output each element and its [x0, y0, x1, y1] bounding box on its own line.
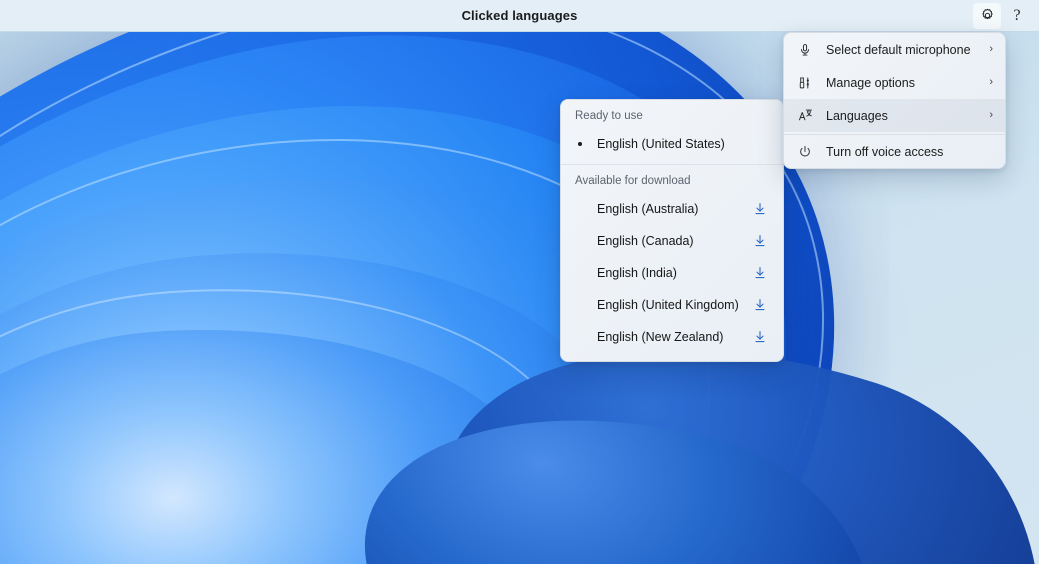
power-icon — [794, 145, 816, 159]
wallpaper-swoosh-2 — [327, 362, 913, 564]
language-icon — [794, 108, 816, 123]
menu-item-label: Select default microphone — [826, 42, 971, 57]
download-icon[interactable] — [751, 296, 769, 314]
languages-panel: Ready to use English (United States) Ava… — [560, 99, 784, 362]
language-row-australia[interactable]: English (Australia) — [561, 193, 783, 225]
language-name: English (India) — [597, 266, 677, 280]
chevron-right-icon: › — [989, 43, 993, 55]
menu-item-label: Languages — [826, 108, 888, 123]
panel-bottom-spacer — [561, 353, 783, 361]
menu-item-languages[interactable]: Languages › — [784, 99, 1005, 132]
language-name: English (Canada) — [597, 234, 694, 248]
language-name: English (Australia) — [597, 202, 699, 216]
language-row-installed[interactable]: English (United States) — [561, 128, 783, 160]
help-question-icon: ? — [1013, 6, 1021, 24]
chevron-right-icon: › — [989, 76, 993, 88]
language-name: English (New Zealand) — [597, 330, 724, 344]
help-button[interactable]: ? — [1003, 3, 1031, 29]
language-row-new-zealand[interactable]: English (New Zealand) — [561, 321, 783, 353]
download-icon[interactable] — [751, 328, 769, 346]
menu-item-select-default-microphone[interactable]: Select default microphone › — [784, 33, 1005, 66]
microphone-icon — [794, 43, 816, 57]
titlebar-actions: ? — [973, 0, 1039, 32]
settings-button[interactable] — [973, 2, 1001, 29]
language-row-united-kingdom[interactable]: English (United Kingdom) — [561, 289, 783, 321]
ready-to-use-heading: Ready to use — [575, 110, 643, 122]
available-for-download-heading: Available for download — [575, 175, 691, 187]
wallpaper-ribbon-6 — [0, 311, 552, 564]
selected-bullet-icon — [575, 142, 593, 146]
voice-access-titlebar: Clicked languages ? — [0, 0, 1039, 32]
language-name: English (United Kingdom) — [597, 298, 739, 312]
menu-item-manage-options[interactable]: Manage options › — [784, 66, 1005, 99]
wallpaper-edge-3 — [0, 263, 597, 564]
download-icon[interactable] — [751, 264, 769, 282]
menu-item-label: Manage options — [826, 75, 915, 90]
sliders-options-icon — [794, 76, 816, 90]
language-name: English (United States) — [597, 137, 725, 151]
download-icon[interactable] — [751, 200, 769, 218]
chevron-right-icon: › — [989, 109, 993, 121]
wallpaper-ribbon-5 — [0, 221, 642, 564]
voice-access-menu: Select default microphone › Manage optio… — [783, 32, 1006, 169]
page-title: Clicked languages — [461, 8, 578, 23]
language-row-india[interactable]: English (India) — [561, 257, 783, 289]
menu-item-label: Turn off voice access — [826, 144, 944, 159]
language-row-canada[interactable]: English (Canada) — [561, 225, 783, 257]
download-icon[interactable] — [751, 232, 769, 250]
gear-icon — [980, 8, 995, 23]
menu-item-turn-off-voice-access[interactable]: Turn off voice access — [784, 135, 1005, 168]
desktop: Clicked languages ? Ready to use English… — [0, 0, 1039, 564]
